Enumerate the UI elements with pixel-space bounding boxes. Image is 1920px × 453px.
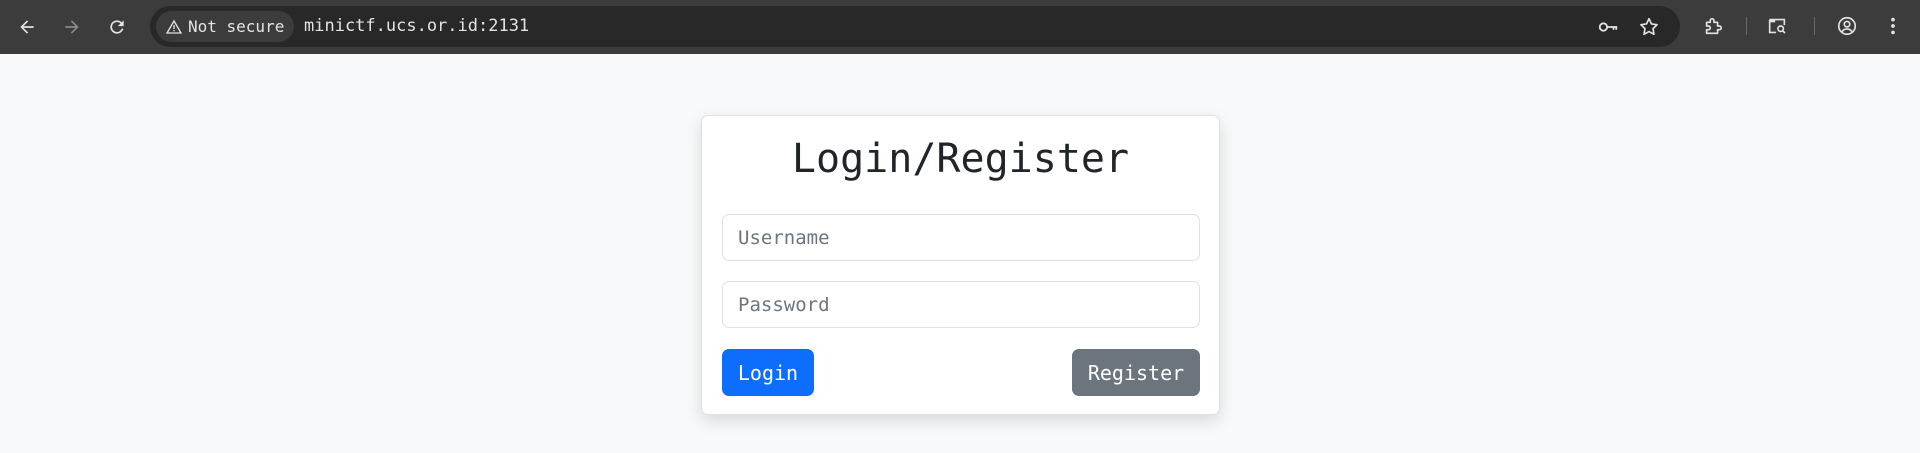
forward-icon (65, 20, 79, 34)
profile-icon (1837, 16, 1857, 36)
bookmark-button[interactable] (1638, 16, 1660, 38)
forward-button[interactable] (57, 12, 87, 42)
address-bar[interactable]: Not secure minictf.ucs.or.id:2131 (150, 6, 1680, 47)
back-button[interactable] (12, 12, 42, 42)
extensions-button[interactable] (1700, 13, 1726, 39)
site-info-chip[interactable]: Not secure (156, 11, 294, 42)
security-label: Not secure (188, 17, 285, 36)
reload-icon (110, 20, 124, 34)
tab-search-button[interactable] (1764, 13, 1790, 39)
browser-menu-button[interactable] (1880, 13, 1906, 39)
profile-button[interactable] (1834, 13, 1860, 39)
back-icon (20, 20, 34, 34)
browser-toolbar: Not secure minictf.ucs.or.id:2131 (0, 0, 1920, 54)
login-button[interactable]: Login (722, 349, 814, 396)
toolbar-divider (1814, 17, 1815, 35)
tab-search-icon (1768, 18, 1786, 34)
password-manager-button[interactable] (1597, 16, 1619, 38)
toolbar-divider (1746, 17, 1747, 35)
warning-icon (166, 19, 182, 34)
menu-icon (1891, 17, 1895, 35)
page-title: Login/Register (791, 136, 1130, 182)
reload-button[interactable] (102, 12, 132, 42)
url-text[interactable]: minictf.ucs.or.id:2131 (304, 16, 529, 36)
password-key-icon (1598, 22, 1618, 32)
extensions-icon (1705, 17, 1723, 35)
register-button[interactable]: Register (1072, 349, 1200, 396)
bookmark-star-icon (1640, 17, 1658, 36)
password-input[interactable] (722, 281, 1200, 328)
username-input[interactable] (722, 214, 1200, 261)
login-card: Login/Register Login Register (701, 115, 1220, 415)
